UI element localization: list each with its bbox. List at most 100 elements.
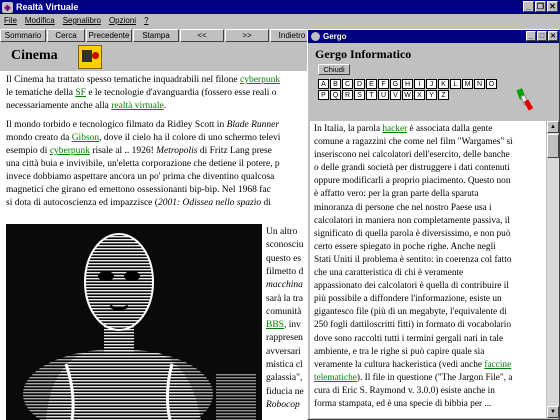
text-line: telematiche). Il file in questione ("The… xyxy=(314,372,544,385)
letter-index-button[interactable]: X xyxy=(414,90,425,100)
text-span: . xyxy=(163,101,167,111)
text-span: In Italia, la parola xyxy=(314,124,383,134)
letter-index-button[interactable]: M xyxy=(462,79,473,89)
letter-index-button[interactable]: S xyxy=(354,90,365,100)
text-line: gigantesco file (più di un megabyte, l'e… xyxy=(314,306,544,319)
hyperlink[interactable]: Gibson xyxy=(72,133,99,143)
text-span: 250 fogli dattiloscritti fitti) in forma… xyxy=(314,320,512,331)
close-button[interactable]: ✕ xyxy=(547,1,558,12)
gergo-close-button[interactable]: ✕ xyxy=(548,31,558,41)
text-line: forma stampata, ed è una specie di bibbi… xyxy=(314,398,544,411)
text-line: dove sono raccolti tutti i termini gerga… xyxy=(314,333,544,346)
text-span: , inv xyxy=(283,320,301,331)
text-line: oppure modificarli a proprio piacimento.… xyxy=(314,175,544,188)
letter-index-button[interactable]: F xyxy=(378,79,389,89)
text-line: rappresen xyxy=(266,332,303,345)
minimize-button[interactable]: _ xyxy=(523,1,534,12)
gergo-maximize-button[interactable]: □ xyxy=(537,31,547,41)
letter-index-button[interactable]: R xyxy=(342,90,353,100)
letter-index-button[interactable]: L xyxy=(450,79,461,89)
letter-index-button[interactable]: P xyxy=(318,90,329,100)
menu-item[interactable]: Modifica xyxy=(25,16,55,25)
text-line: mondo creato da Gibson, dove il cielo ha… xyxy=(6,132,280,145)
menu-item[interactable]: Segnalibro xyxy=(63,16,101,25)
letter-index-button[interactable]: N xyxy=(474,79,485,89)
letter-index-button[interactable]: E xyxy=(366,79,377,89)
hyperlink[interactable]: SF xyxy=(75,88,86,98)
text-span: ). Il file in questione ("The Jargon Fil… xyxy=(356,372,513,383)
letter-index-button[interactable]: J xyxy=(426,79,437,89)
hyperlink[interactable]: hacker xyxy=(382,124,407,134)
gergo-titlebar: Gergo _ □ ✕ xyxy=(308,30,559,43)
text-span: Il Cinema ha trattato spesso tematiche i… xyxy=(6,75,240,85)
text-line: Il Cinema ha trattato spesso tematiche i… xyxy=(6,74,280,87)
text-line: BBS, inv xyxy=(266,319,301,332)
app-icon: ◆ xyxy=(2,1,13,13)
letter-index-button[interactable]: Y xyxy=(426,90,437,100)
hyperlink[interactable]: cyberpunk xyxy=(240,75,280,85)
text-line: avversari xyxy=(266,346,301,359)
scroll-down-arrow-icon[interactable]: ▼ xyxy=(547,406,559,418)
gergo-window: Gergo _ □ ✕ Gergo Informatico Chiudi ABC… xyxy=(307,29,560,420)
section-header: Cinema xyxy=(0,43,310,71)
text-span: calcolatori in maniera non completamente… xyxy=(314,215,510,226)
toolbar-button[interactable]: >> xyxy=(225,29,269,42)
toolbar-button[interactable]: Cerca xyxy=(47,29,85,42)
text-span: minoranza di persone che nel nostro Paes… xyxy=(314,202,492,213)
text-span: macchina xyxy=(266,280,303,291)
text-span: galassia", xyxy=(266,373,303,384)
text-span: esempio di xyxy=(6,146,50,156)
cyborg-photo xyxy=(6,224,262,420)
text-line: questo es xyxy=(266,253,301,266)
italy-map-icon xyxy=(516,87,534,111)
letter-index-button[interactable]: U xyxy=(378,90,389,100)
text-span: che una caratteristica di chi è verament… xyxy=(314,268,464,279)
letter-index-button[interactable]: O xyxy=(486,79,497,89)
letter-index-button[interactable]: G xyxy=(390,79,401,89)
page-title: Cinema xyxy=(11,48,58,63)
hyperlink[interactable]: faccine xyxy=(484,360,511,370)
toolbar-button[interactable]: << xyxy=(180,29,224,42)
letter-index-button[interactable]: Z xyxy=(438,90,449,100)
restore-button[interactable]: ❐ xyxy=(535,1,546,12)
letter-index-button[interactable]: Q xyxy=(330,90,341,100)
toolbar-button[interactable]: Sommario xyxy=(0,29,46,42)
scroll-up-arrow-icon[interactable]: ▲ xyxy=(547,121,559,133)
text-span: cura di Eric S. Raymond v. 3.0.0) esiste… xyxy=(314,385,495,396)
letter-index-button[interactable]: I xyxy=(414,79,425,89)
letter-index-button[interactable]: C xyxy=(342,79,353,89)
scroll-thumb[interactable] xyxy=(547,134,559,158)
letter-index-button[interactable]: W xyxy=(402,90,413,100)
menu-item[interactable]: File xyxy=(4,16,17,25)
hyperlink[interactable]: realtà virtuale xyxy=(111,101,163,111)
letter-index-button[interactable]: V xyxy=(390,90,401,100)
text-span: magnetici che girano ed emettono ossessi… xyxy=(6,185,271,195)
letter-index-button[interactable]: D xyxy=(354,79,365,89)
letter-index-button[interactable]: T xyxy=(366,90,377,100)
gergo-minimize-button[interactable]: _ xyxy=(526,31,536,41)
menu-item[interactable]: ? xyxy=(144,16,148,25)
gergo-header: Gergo Informatico Chiudi ABCDEFGHIJKLMNO… xyxy=(308,43,559,121)
text-span: è associata dalla gente xyxy=(407,124,493,134)
text-line: Stati Uniti il problema è sentito: in co… xyxy=(314,254,544,267)
vertical-scrollbar[interactable]: ▲ ▼ xyxy=(547,121,559,418)
text-span: mondo creato da xyxy=(6,133,72,143)
letter-index-button[interactable]: A xyxy=(318,79,329,89)
hyperlink[interactable]: telematiche xyxy=(314,373,357,383)
text-span: Un altro xyxy=(266,227,298,237)
letter-index-button[interactable]: B xyxy=(330,79,341,89)
letter-index-button[interactable]: K xyxy=(438,79,449,89)
toolbar-button[interactable]: Stampa xyxy=(133,29,179,42)
text-line: più possibile a diffondere l'informazion… xyxy=(314,293,544,306)
text-span: Il mondo torbido e tecnologico filmato d… xyxy=(6,120,227,130)
toolbar-button[interactable]: Precedente xyxy=(86,29,132,42)
text-span: si dota di autocoscienza ed impazzisce ( xyxy=(6,198,158,208)
letter-index-button[interactable]: H xyxy=(402,79,413,89)
film-camera-icon[interactable] xyxy=(78,45,102,69)
chiudi-button[interactable]: Chiudi xyxy=(318,64,350,75)
hyperlink[interactable]: BBS xyxy=(266,320,284,330)
hyperlink[interactable]: cyberpunk xyxy=(50,146,90,156)
menu-item[interactable]: Opzioni xyxy=(109,16,136,25)
text-span: significato di quella parola è diversiss… xyxy=(314,228,511,239)
text-span: ambiente, e tra le righe si può capire q… xyxy=(314,346,485,357)
